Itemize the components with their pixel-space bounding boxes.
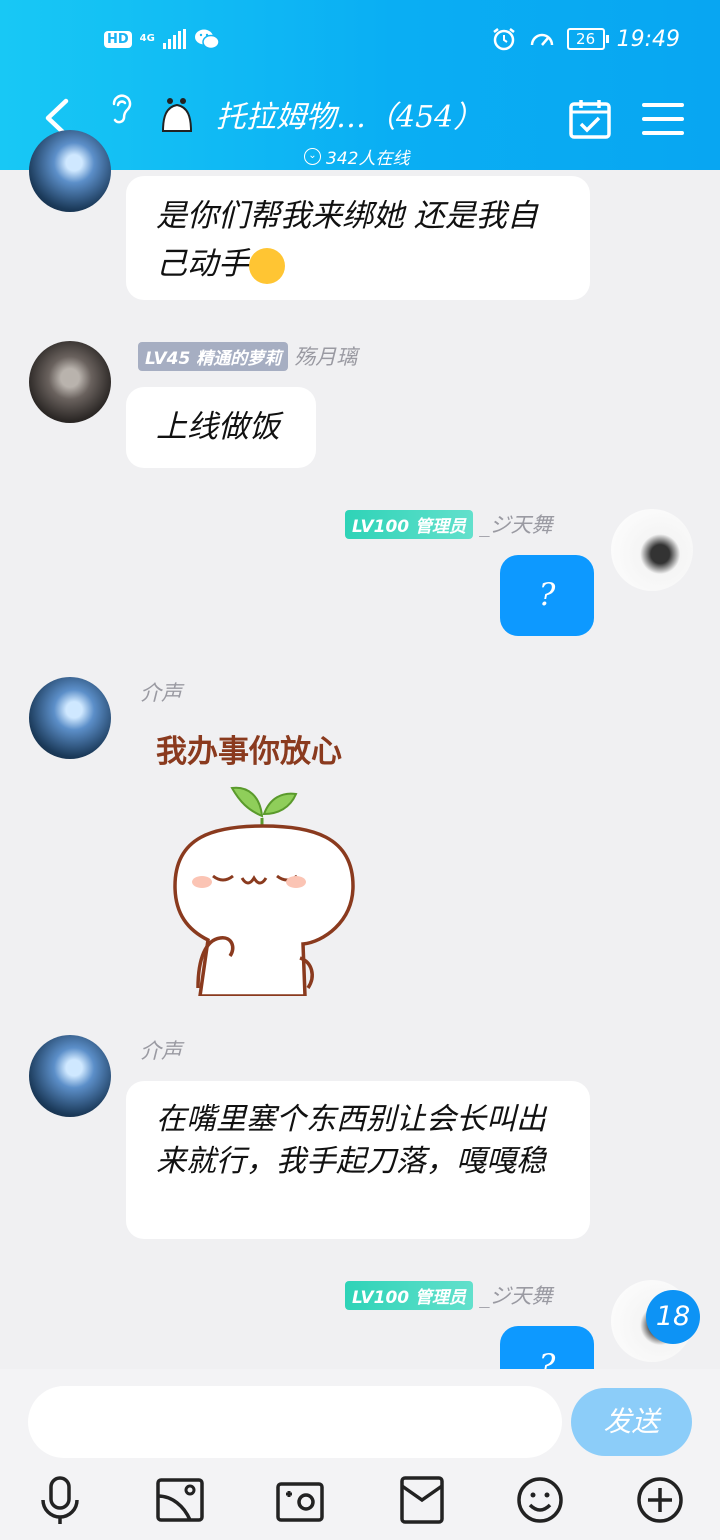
- red-packet-icon[interactable]: [396, 1474, 448, 1526]
- message-text: ?: [538, 577, 556, 613]
- menu-icon[interactable]: [642, 102, 684, 136]
- message-input[interactable]: [28, 1386, 562, 1458]
- message-bubble[interactable]: 上线做饭: [126, 387, 316, 468]
- level-badge: LV100 管理员: [345, 1280, 474, 1310]
- message-bubble[interactable]: 是你们帮我来绑她 还是我自己动手: [126, 176, 590, 300]
- clock: 19:49: [616, 26, 680, 52]
- plus-icon[interactable]: [634, 1474, 686, 1526]
- sender-name[interactable]: 介声: [140, 677, 182, 707]
- sender-line: LV45 精通的萝莉 殇月璃: [138, 341, 357, 371]
- message-bubble[interactable]: 在嘴里塞个东西别让会长叫出来就行，我手起刀落，嘎嘎稳: [126, 1081, 590, 1239]
- network-label: 4G: [139, 33, 155, 44]
- wechat-icon: [194, 29, 220, 50]
- status-bar-left: HD 4G: [104, 28, 220, 50]
- online-count-label: 342人在线: [326, 149, 410, 169]
- sprout-bun-sticker-icon: [173, 786, 355, 996]
- group-avatar-icon[interactable]: [157, 93, 197, 133]
- sender-name[interactable]: 介声: [140, 1035, 182, 1065]
- group-title[interactable]: 托拉姆物…（454）: [216, 92, 483, 136]
- sender-name[interactable]: _ジ天舞: [479, 1280, 553, 1310]
- emoji-icon[interactable]: [514, 1474, 566, 1526]
- earpiece-mode-icon[interactable]: [106, 90, 136, 130]
- message-text: 是你们帮我来绑她 还是我自己动手: [156, 198, 538, 282]
- microphone-icon[interactable]: [34, 1474, 86, 1526]
- send-button[interactable]: 发送: [571, 1388, 692, 1456]
- alarm-icon: [492, 28, 515, 51]
- battery-indicator: 26: [566, 28, 609, 50]
- avatar[interactable]: [29, 341, 111, 423]
- speed-icon: [530, 33, 553, 46]
- level-badge: LV45 精通的萝莉: [138, 341, 289, 371]
- level-badge: LV100 管理员: [345, 509, 474, 539]
- image-icon[interactable]: [154, 1474, 206, 1526]
- sender-line: LV100 管理员 _ジ天舞: [345, 509, 553, 539]
- avatar[interactable]: [611, 509, 693, 591]
- signal-icon: [162, 29, 186, 49]
- unread-count-badge[interactable]: 18: [646, 1290, 700, 1344]
- status-bar-right: 26 19:49: [491, 26, 680, 52]
- sender-line: 介声: [140, 677, 182, 707]
- avatar[interactable]: [29, 1035, 111, 1117]
- sender-line: LV100 管理员 _ジ天舞: [345, 1280, 553, 1310]
- chat-header: HD 4G 26 19:49 托拉姆物…（454） ⌄ 342人在线: [0, 0, 720, 170]
- message-bubble[interactable]: ?: [500, 555, 594, 636]
- hd-badge: HD: [104, 30, 132, 48]
- avatar[interactable]: [29, 130, 111, 212]
- chevron-down-icon: ⌄: [304, 148, 321, 165]
- sender-name[interactable]: 殇月璃: [294, 341, 357, 371]
- sticker[interactable]: 我办事你放心: [150, 726, 400, 996]
- calendar-check-icon[interactable]: [568, 98, 612, 140]
- sender-line: 介声: [140, 1035, 182, 1065]
- avatar[interactable]: [29, 677, 111, 759]
- online-count[interactable]: ⌄ 342人在线: [304, 144, 409, 169]
- sender-name[interactable]: _ジ天舞: [479, 509, 553, 539]
- camera-icon[interactable]: [274, 1474, 326, 1526]
- message-text: 上线做饭: [156, 409, 280, 445]
- flustered-emoji-icon: [249, 247, 285, 284]
- message-text: 在嘴里塞个东西别让会长叫出来就行，我手起刀落，嘎嘎稳: [156, 1102, 546, 1179]
